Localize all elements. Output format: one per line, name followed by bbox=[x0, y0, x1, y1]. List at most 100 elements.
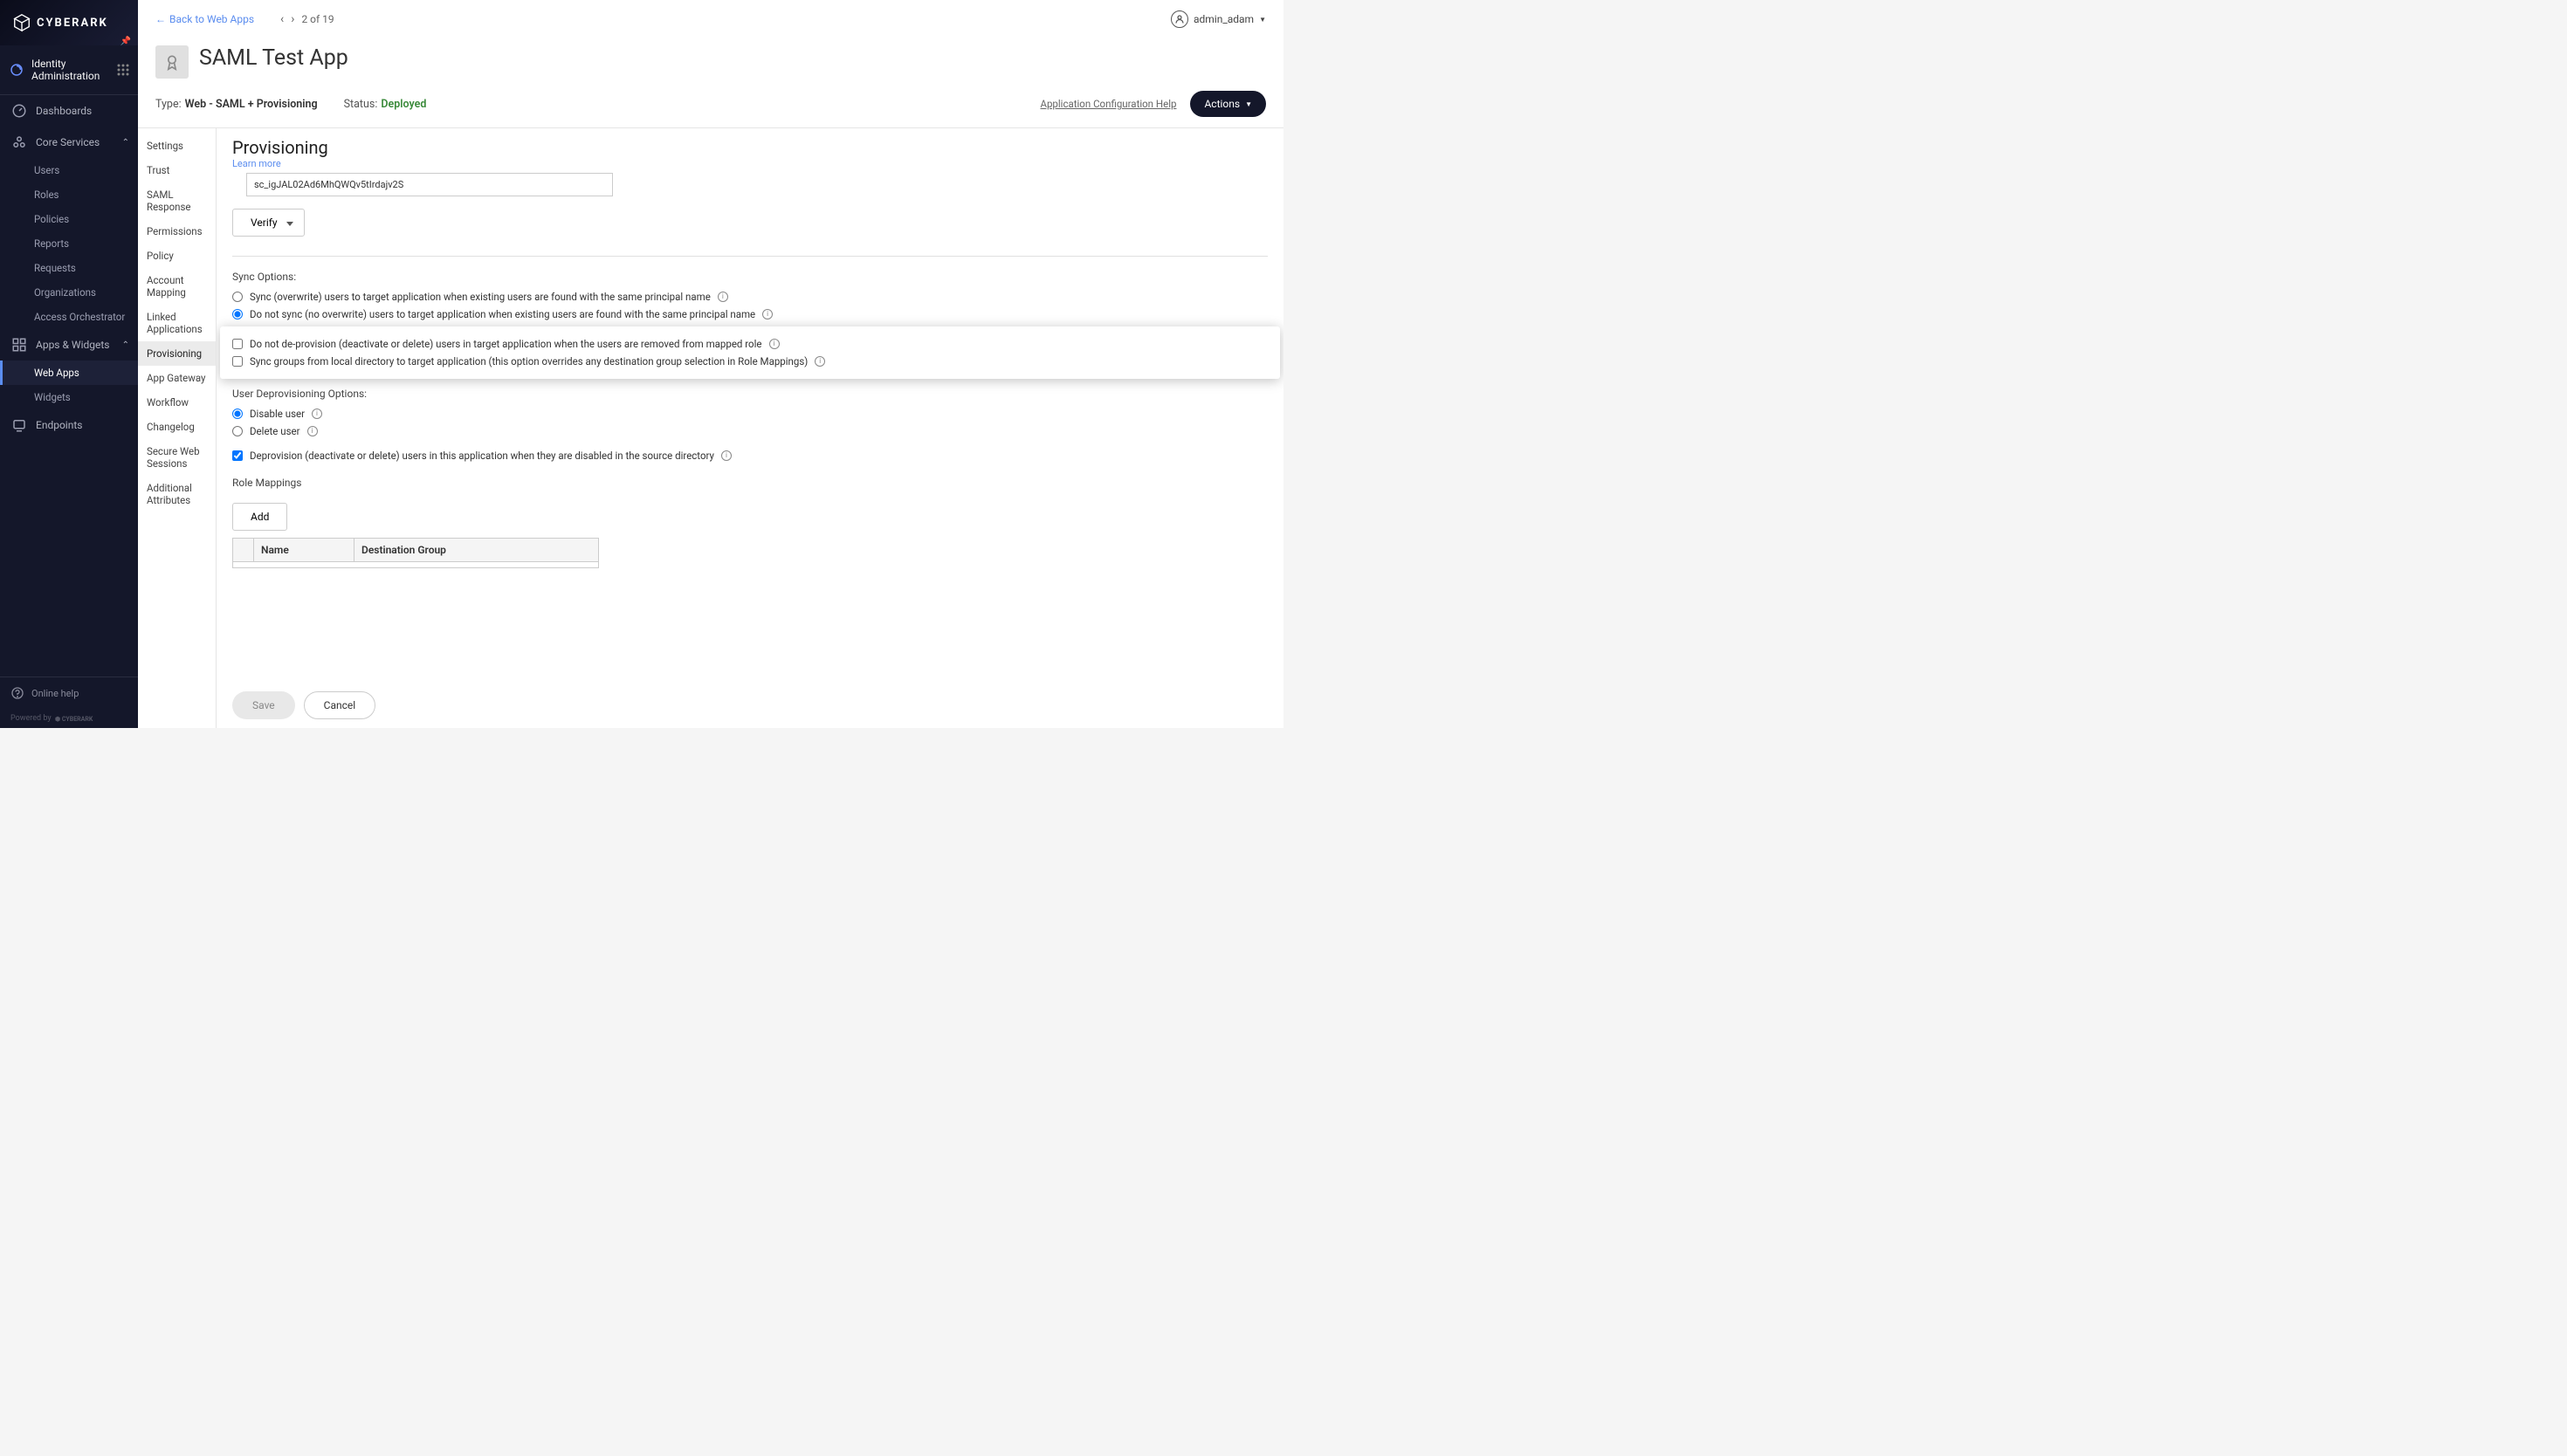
nav-organizations[interactable]: Organizations bbox=[0, 280, 138, 305]
nav-label: Endpoints bbox=[36, 419, 82, 431]
subnav-changelog[interactable]: Changelog bbox=[138, 415, 216, 439]
pager: ‹ › 2 of 19 bbox=[280, 12, 334, 26]
save-button[interactable]: Save bbox=[232, 691, 295, 719]
add-label: Add bbox=[251, 511, 269, 523]
help-label: Online help bbox=[31, 688, 79, 699]
subnav-settings[interactable]: Settings bbox=[138, 134, 216, 158]
nav-policies[interactable]: Policies bbox=[0, 207, 138, 231]
sync-overwrite-radio[interactable] bbox=[232, 292, 243, 302]
info-icon[interactable]: i bbox=[762, 309, 773, 319]
top-bar: ← Back to Web Apps ‹ › 2 of 19 admin_ada… bbox=[138, 0, 1284, 38]
back-label: Back to Web Apps bbox=[169, 13, 254, 25]
nav-users[interactable]: Users bbox=[0, 158, 138, 182]
cube-icon bbox=[12, 13, 31, 32]
online-help[interactable]: Online help bbox=[0, 677, 138, 709]
chevron-up-icon: ⌃ bbox=[122, 340, 129, 350]
user-menu[interactable]: admin_adam ▼ bbox=[1171, 10, 1266, 28]
panel-footer: Save Cancel bbox=[217, 682, 1284, 728]
th-blank bbox=[233, 539, 254, 562]
back-link[interactable]: ← Back to Web Apps bbox=[155, 13, 254, 25]
info-icon[interactable]: i bbox=[718, 292, 728, 302]
verify-button[interactable]: Verify bbox=[232, 209, 305, 237]
do-not-sync-radio[interactable] bbox=[232, 309, 243, 319]
panel-title: Provisioning bbox=[232, 137, 1268, 158]
add-button[interactable]: Add bbox=[232, 503, 287, 531]
subnav-workflow[interactable]: Workflow bbox=[138, 390, 216, 415]
module-title: Identity Administration bbox=[31, 58, 117, 82]
deprovision-option[interactable]: Deprovision (deactivate or delete) users… bbox=[232, 447, 1268, 464]
nav-web-apps[interactable]: Web Apps bbox=[0, 361, 138, 385]
info-icon[interactable]: i bbox=[815, 356, 825, 367]
app-header: SAML Test App bbox=[138, 38, 1284, 91]
nav-widgets[interactable]: Widgets bbox=[0, 385, 138, 409]
cancel-label: Cancel bbox=[324, 699, 356, 711]
info-icon[interactable]: i bbox=[769, 339, 780, 349]
subnav-permissions[interactable]: Permissions bbox=[138, 219, 216, 244]
nav-dashboards[interactable]: Dashboards bbox=[0, 95, 138, 127]
sync-overwrite-option[interactable]: Sync (overwrite) users to target applica… bbox=[232, 288, 1268, 306]
sidebar: CYBERARK 📌 Identity Administration Dashb… bbox=[0, 0, 138, 728]
option-label: Sync (overwrite) users to target applica… bbox=[250, 291, 711, 303]
do-not-deprovision-option[interactable]: Do not de-provision (deactivate or delet… bbox=[232, 335, 1268, 353]
disable-user-option[interactable]: Disable user i bbox=[232, 405, 1268, 422]
subnav-additional-attributes[interactable]: Additional Attributes bbox=[138, 476, 216, 512]
nav-requests[interactable]: Requests bbox=[0, 256, 138, 280]
sync-groups-checkbox[interactable] bbox=[232, 356, 243, 367]
sync-groups-option[interactable]: Sync groups from local directory to targ… bbox=[232, 353, 1268, 370]
option-label: Do not de-provision (deactivate or delet… bbox=[250, 338, 762, 350]
subnav-provisioning[interactable]: Provisioning bbox=[138, 341, 216, 366]
subnav-policy[interactable]: Policy bbox=[138, 244, 216, 268]
nav-label: Dashboards bbox=[36, 105, 92, 117]
do-not-deprovision-checkbox[interactable] bbox=[232, 339, 243, 349]
delete-user-radio[interactable] bbox=[232, 426, 243, 436]
deprovision-checkbox[interactable] bbox=[232, 450, 243, 461]
user-name: admin_adam bbox=[1194, 13, 1254, 25]
table-empty-row bbox=[233, 562, 598, 567]
nav-apps-widgets[interactable]: Apps & Widgets ⌃ bbox=[0, 329, 138, 361]
nav-reports[interactable]: Reports bbox=[0, 231, 138, 256]
cyberark-small-logo: ⬢ CYBERARK bbox=[55, 714, 99, 723]
pager-next[interactable]: › bbox=[291, 12, 294, 26]
option-label: Deprovision (deactivate or delete) users… bbox=[250, 450, 714, 462]
nav-core-services[interactable]: Core Services ⌃ bbox=[0, 127, 138, 158]
app-badge-icon bbox=[155, 45, 189, 79]
role-mappings-table: Name Destination Group bbox=[232, 538, 599, 568]
config-help-link[interactable]: Application Configuration Help bbox=[1040, 98, 1176, 110]
nav-endpoints[interactable]: Endpoints bbox=[0, 409, 138, 441]
apps-icon bbox=[11, 337, 27, 353]
powered-by: Powered by ⬢ CYBERARK bbox=[0, 709, 138, 728]
subnav-saml-response[interactable]: SAML Response bbox=[138, 182, 216, 219]
actions-button[interactable]: Actions ▼ bbox=[1190, 91, 1266, 117]
info-icon[interactable]: i bbox=[721, 450, 732, 461]
brand-text: CYBERARK bbox=[37, 17, 108, 30]
option-label: Do not sync (no overwrite) users to targ… bbox=[250, 308, 755, 320]
token-input[interactable]: sc_igJAL02Ad6MhQWQv5tIrdajv2S bbox=[246, 173, 613, 196]
footer-links: Online help Powered by ⬢ CYBERARK bbox=[0, 676, 138, 728]
delete-user-option[interactable]: Delete user i bbox=[232, 422, 1268, 440]
panel: Provisioning Learn more sc_igJAL02Ad6MhQ… bbox=[217, 128, 1284, 728]
nav-access-orchestrator[interactable]: Access Orchestrator bbox=[0, 305, 138, 329]
cancel-button[interactable]: Cancel bbox=[304, 691, 376, 719]
pin-icon[interactable]: 📌 bbox=[120, 37, 131, 46]
do-not-sync-option[interactable]: Do not sync (no overwrite) users to targ… bbox=[232, 306, 1268, 323]
disable-user-radio[interactable] bbox=[232, 409, 243, 419]
learn-more-link[interactable]: Learn more bbox=[232, 158, 1268, 169]
help-icon bbox=[10, 686, 24, 700]
svg-text:⬢ CYBERARK: ⬢ CYBERARK bbox=[55, 716, 93, 723]
nav-roles[interactable]: Roles bbox=[0, 182, 138, 207]
subnav-trust[interactable]: Trust bbox=[138, 158, 216, 182]
info-icon[interactable]: i bbox=[312, 409, 322, 419]
th-destination: Destination Group bbox=[354, 539, 598, 562]
option-label: Delete user bbox=[250, 425, 300, 437]
app-grid-icon[interactable] bbox=[117, 64, 129, 76]
nav-label: Core Services bbox=[36, 136, 100, 148]
subnav-linked-applications[interactable]: Linked Applications bbox=[138, 305, 216, 341]
info-icon[interactable]: i bbox=[307, 426, 318, 436]
table-header: Name Destination Group bbox=[233, 539, 598, 562]
pager-prev[interactable]: ‹ bbox=[280, 12, 284, 26]
user-deprov-label: User Deprovisioning Options: bbox=[232, 388, 1268, 400]
brand-logo: CYBERARK 📌 bbox=[0, 0, 138, 45]
subnav-app-gateway[interactable]: App Gateway bbox=[138, 366, 216, 390]
subnav-account-mapping[interactable]: Account Mapping bbox=[138, 268, 216, 305]
subnav-secure-web-sessions[interactable]: Secure Web Sessions bbox=[138, 439, 216, 476]
